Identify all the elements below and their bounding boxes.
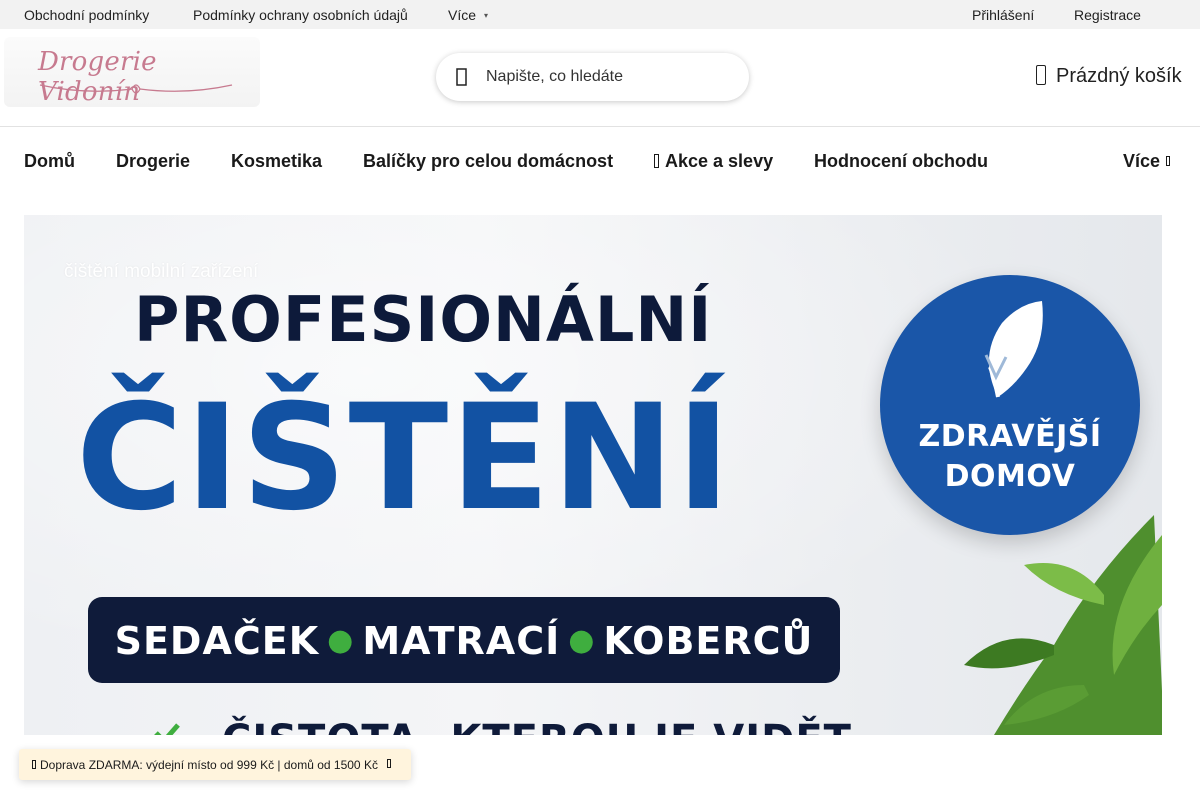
service-sedacek: SEDAČEK [114, 619, 320, 663]
nav-item-balicky[interactable]: Balíčky pro celou domácnost [363, 151, 613, 172]
cart-label: Prázdný košík [1056, 65, 1182, 87]
chevron-down-icon: ▾ [484, 11, 489, 20]
plant-decoration [964, 515, 1162, 735]
banner-caption: čištění mobilní zařízení [64, 261, 259, 282]
chevron-down-icon [1166, 156, 1171, 166]
logo-swash-ornament [39, 84, 233, 94]
logo[interactable]: Drogerie Vidonín [4, 37, 260, 107]
close-icon[interactable] [387, 759, 391, 768]
badge-line-2: DOMOV [944, 459, 1076, 494]
banner-headline-top: PROFESIONÁLNÍ [134, 283, 713, 356]
cart-icon [1036, 65, 1046, 85]
link-more-label: Více [448, 7, 477, 23]
register-link[interactable]: Registrace [1074, 7, 1141, 23]
cart-button[interactable]: Prázdný košík [1036, 65, 1182, 88]
hero-banner[interactable]: čištění mobilní zařízení PROFESIONÁLNÍ Č… [24, 215, 1162, 735]
banner-headline-main: ČIŠTĚNÍ [76, 373, 733, 543]
nav-item-drogerie[interactable]: Drogerie [116, 151, 190, 172]
nav-item-kosmetika[interactable]: Kosmetika [231, 151, 322, 172]
search-bar [436, 53, 749, 101]
badge-text: ZDRAVĚJŠÍ DOMOV [880, 417, 1140, 497]
banner-services-pill: SEDAČEK ● MATRACÍ ● KOBERCŮ [88, 597, 840, 683]
nav-more-label: Více [1123, 151, 1161, 171]
nav-item-home[interactable]: Domů [24, 151, 75, 172]
nav-item-more[interactable]: Více [1123, 151, 1171, 172]
link-terms[interactable]: Obchodní podmínky [24, 7, 149, 23]
service-kobercu: KOBERCŮ [603, 619, 814, 663]
bullet-dot-icon: ● [327, 623, 355, 658]
login-link[interactable]: Přihlášení [972, 7, 1034, 23]
bullet-dot-icon: ● [568, 623, 596, 658]
nav-item-akce[interactable]: Akce a slevy [654, 151, 773, 172]
tag-icon [654, 154, 659, 168]
site-header: Drogerie Vidonín Prázdný košík [0, 29, 1200, 127]
truck-icon [32, 760, 36, 769]
shipping-notice-text: Doprava ZDARMA: výdejní místo od 999 Kč … [40, 758, 378, 772]
nav-item-akce-label: Akce a slevy [665, 151, 774, 171]
main-nav: Domů Drogerie Kosmetika Balíčky pro celo… [0, 127, 1200, 195]
badge-line-1: ZDRAVĚJŠÍ [918, 419, 1102, 454]
leaf-icon [984, 301, 1043, 398]
banner-services: SEDAČEK ● MATRACÍ ● KOBERCŮ [88, 619, 840, 663]
link-privacy[interactable]: Podmínky ochrany osobních údajů [193, 7, 408, 23]
shipping-notice: Doprava ZDARMA: výdejní místo od 999 Kč … [19, 749, 411, 780]
search-input[interactable] [486, 65, 726, 89]
search-icon[interactable] [456, 67, 468, 87]
banner-subline: ČISTOTA, KTEROU JE VIDĚT [222, 717, 852, 735]
top-utility-bar: Obchodní podmínky Podmínky ochrany osobn… [0, 0, 1200, 29]
service-matraci: MATRACÍ [362, 619, 561, 663]
link-more[interactable]: Více ▾ [448, 7, 488, 23]
nav-item-hodnoceni[interactable]: Hodnocení obchodu [814, 151, 988, 172]
checkmark-icon [154, 723, 180, 735]
healthier-home-badge: ZDRAVĚJŠÍ DOMOV [880, 275, 1140, 535]
